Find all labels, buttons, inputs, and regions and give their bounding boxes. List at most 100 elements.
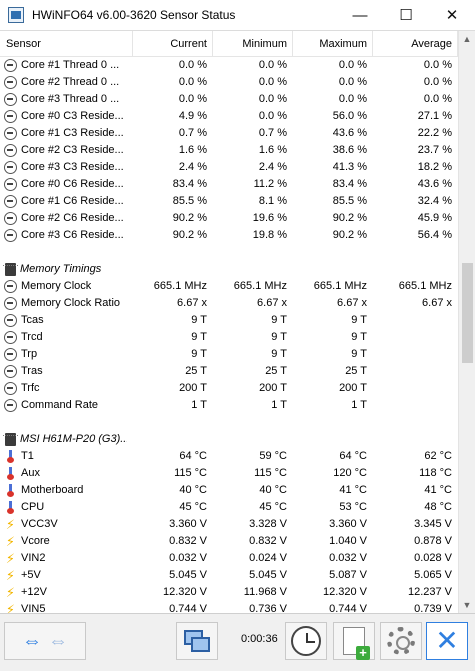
minimum-value: 0.832 V [249, 535, 287, 547]
current-value: 115 °C [174, 467, 207, 479]
minimum-value: 0.0 % [258, 93, 287, 105]
average-value: 0.0 % [423, 76, 452, 88]
lightning-icon: ⚡ [5, 551, 16, 566]
minimize-button[interactable]: — [337, 0, 383, 30]
sensor-row[interactable]: Core #1 C6 Reside... 85.5 % 8.1 % 85.5 % 32.… [0, 193, 458, 210]
clock-icon [4, 280, 17, 293]
maximum-value: 200 T [339, 382, 367, 394]
gear-icon [387, 627, 415, 655]
vertical-scrollbar[interactable]: ▲ ▼ [458, 31, 475, 614]
sensor-row[interactable]: Core #1 Thread 0 ... 0.0 % 0.0 % 0.0 % 0.0 % [0, 57, 458, 74]
sensor-row[interactable]: Core #1 C3 Reside... 0.7 % 0.7 % 43.6 % 22.2… [0, 125, 458, 142]
sensor-row[interactable]: ⚡ VIN2 0.032 V 0.024 V 0.032 V 0.028 V [0, 550, 458, 567]
clock-icon [4, 348, 17, 361]
hwinfo-app-icon [8, 7, 24, 23]
close-window-button[interactable]: ✕ [429, 0, 475, 30]
move-column-icon[interactable]: ⇔ [45, 630, 71, 653]
logging-button[interactable] [333, 622, 375, 660]
current-value: 3.360 V [169, 518, 207, 530]
minimum-value: 0.0 % [258, 59, 287, 71]
sensor-row[interactable]: Core #3 C6 Reside... 90.2 % 19.8 % 90.2 % 56… [0, 227, 458, 244]
clock-icon [4, 161, 17, 174]
sensor-row[interactable]: T1 64 °C 59 °C 64 °C 62 °C [0, 448, 458, 465]
column-header-current[interactable]: Current [133, 31, 213, 57]
current-value: 2.4 % [178, 161, 207, 173]
sensor-row[interactable]: ⚡ Vcore 0.832 V 0.832 V 1.040 V 0.878 V [0, 533, 458, 550]
network-button[interactable] [176, 622, 218, 660]
sensor-row[interactable]: Core #0 C3 Reside... 4.9 % 0.0 % 56.0 % 27.1… [0, 108, 458, 125]
minimum-value: 19.6 % [252, 212, 287, 224]
sensor-row[interactable]: Trfc 200 T 200 T 200 T [0, 380, 458, 397]
reset-timer-button[interactable] [285, 622, 327, 660]
maximize-button[interactable]: ☐ [383, 0, 429, 30]
sensor-row[interactable]: Motherboard 40 °C 40 °C 41 °C 41 °C [0, 482, 458, 499]
maximum-value: 120 °C [333, 467, 367, 479]
column-header-average[interactable]: Average [373, 31, 458, 57]
current-value: 9 T [191, 314, 207, 326]
scroll-up-icon[interactable]: ▲ [459, 31, 475, 48]
sensor-name-cell: ⚡ Vcore [0, 533, 133, 550]
sensor-label: Command Rate [21, 399, 99, 411]
sensor-label: Memory Timings [20, 263, 102, 275]
sensor-row[interactable]: Core #3 Thread 0 ... 0.0 % 0.0 % 0.0 % 0.0 % [0, 91, 458, 108]
navigate-button[interactable]: ⇔ ⇔ [4, 622, 86, 660]
thermometer-icon [7, 450, 14, 463]
scroll-thumb[interactable] [462, 263, 473, 363]
average-value: 41 °C [424, 484, 452, 496]
average-value: 43.6 % [417, 178, 452, 190]
settings-button[interactable] [380, 622, 422, 660]
sensor-label: T1 [21, 450, 34, 462]
sensor-row[interactable]: Core #2 C3 Reside... 1.6 % 1.6 % 38.6 % 23.7… [0, 142, 458, 159]
sensor-group-row[interactable]: Memory Timings [0, 261, 458, 278]
column-header-maximum[interactable]: Maximum [293, 31, 373, 57]
maximum-value: 64 °C [339, 450, 367, 462]
sensor-row[interactable]: Command Rate 1 T 1 T 1 T [0, 397, 458, 414]
sensor-name-cell: Core #2 C6 Reside... [0, 210, 133, 227]
sensor-name-cell: Tras [0, 363, 133, 380]
maximum-value: 0.0 % [338, 59, 367, 71]
sensor-row[interactable]: ⚡ VCC3V 3.360 V 3.328 V 3.360 V 3.345 V [0, 516, 458, 533]
sensor-name-cell: Trp [0, 346, 133, 363]
sensor-row[interactable]: ⚡ +12V 12.320 V 11.968 V 12.320 V 12.237 V [0, 584, 458, 601]
minimum-value: 9 T [271, 348, 287, 360]
sensor-row[interactable]: Core #2 Thread 0 ... 0.0 % 0.0 % 0.0 % 0.0 % [0, 74, 458, 91]
minimum-value: 1 T [271, 399, 287, 411]
sensor-row[interactable]: Core #0 C6 Reside... 83.4 % 11.2 % 83.4 % 43… [0, 176, 458, 193]
sensor-row[interactable]: Core #3 C3 Reside... 2.4 % 2.4 % 41.3 % 18.2… [0, 159, 458, 176]
sensor-row[interactable]: ⚡ +5V 5.045 V 5.045 V 5.087 V 5.065 V [0, 567, 458, 584]
column-header-sensor[interactable]: Sensor [0, 31, 133, 57]
sensor-label: Memory Clock [21, 280, 92, 292]
close-icon: ✕ [435, 625, 459, 656]
minimum-value: 6.67 x [257, 297, 287, 309]
sensor-label: Tcas [21, 314, 44, 326]
close-sensors-button[interactable]: ✕ [426, 622, 468, 660]
sensor-name-cell: Command Rate [0, 397, 133, 414]
average-value: 6.67 x [422, 297, 452, 309]
chip-icon [3, 433, 18, 446]
sensor-row[interactable]: Trcd 9 T 9 T 9 T [0, 329, 458, 346]
sensor-row[interactable]: Core #2 C6 Reside... 90.2 % 19.6 % 90.2 % 45… [0, 210, 458, 227]
current-value: 45 °C [179, 501, 207, 513]
maximum-value: 90.2 % [332, 229, 367, 241]
minimum-value: 0.7 % [258, 127, 287, 139]
current-value: 0.0 % [178, 93, 207, 105]
sensor-name-cell: Core #1 C6 Reside... [0, 193, 133, 210]
average-value: 22.2 % [417, 127, 452, 139]
sensor-row[interactable]: Memory Clock Ratio 6.67 x 6.67 x 6.67 x 6.67… [0, 295, 458, 312]
current-value: 64 °C [179, 450, 207, 462]
sensor-row[interactable]: Memory Clock 665.1 MHz 665.1 MHz 665.1 MHz 6… [0, 278, 458, 295]
minimum-value: 0.024 V [249, 552, 287, 564]
expand-collapse-icon[interactable]: ⇔ [19, 630, 45, 653]
clock-icon [4, 144, 17, 157]
column-header-minimum[interactable]: Minimum [213, 31, 293, 57]
sensor-row[interactable]: Aux 115 °C 115 °C 120 °C 118 °C [0, 465, 458, 482]
sensor-row[interactable]: CPU 45 °C 45 °C 53 °C 48 °C [0, 499, 458, 516]
sensor-row[interactable]: Tras 25 T 25 T 25 T [0, 363, 458, 380]
minimum-value: 115 °C [254, 467, 287, 479]
sensor-group-row[interactable]: MSI H61M-P20 (G3)... [0, 431, 458, 448]
average-value: 118 °C [419, 467, 452, 479]
scroll-down-icon[interactable]: ▼ [459, 597, 475, 614]
sensor-row[interactable]: Trp 9 T 9 T 9 T [0, 346, 458, 363]
current-value: 12.320 V [162, 586, 207, 598]
sensor-row[interactable]: Tcas 9 T 9 T 9 T [0, 312, 458, 329]
